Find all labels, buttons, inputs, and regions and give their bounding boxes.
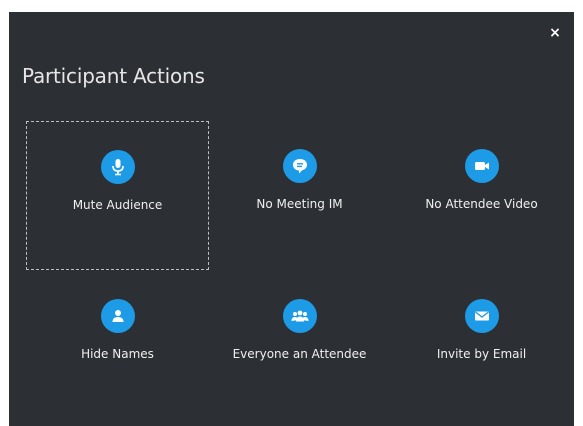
microphone-icon xyxy=(100,150,135,184)
action-label: Everyone an Attendee xyxy=(232,347,367,361)
invite-by-email-button[interactable]: Invite by Email xyxy=(390,274,573,423)
no-meeting-im-button[interactable]: No Meeting IM xyxy=(208,121,391,270)
action-label: No Meeting IM xyxy=(256,197,343,211)
envelope-icon xyxy=(464,299,499,333)
mute-audience-button[interactable]: Mute Audience xyxy=(26,121,209,270)
action-label: Invite by Email xyxy=(436,347,527,361)
participant-actions-dialog: × Participant Actions Mute Audience No M… xyxy=(9,12,574,426)
hide-names-button[interactable]: Hide Names xyxy=(26,274,209,423)
close-button[interactable]: × xyxy=(548,26,562,40)
chat-bubble-icon xyxy=(282,149,317,183)
action-label: Hide Names xyxy=(81,347,154,361)
people-group-icon xyxy=(282,299,317,333)
no-attendee-video-button[interactable]: No Attendee Video xyxy=(390,121,573,270)
everyone-an-attendee-button[interactable]: Everyone an Attendee xyxy=(208,274,391,423)
video-camera-icon xyxy=(464,149,499,183)
person-icon xyxy=(100,299,135,333)
action-label: Mute Audience xyxy=(72,198,163,212)
dialog-title: Participant Actions xyxy=(22,64,205,88)
action-label: No Attendee Video xyxy=(425,197,538,211)
